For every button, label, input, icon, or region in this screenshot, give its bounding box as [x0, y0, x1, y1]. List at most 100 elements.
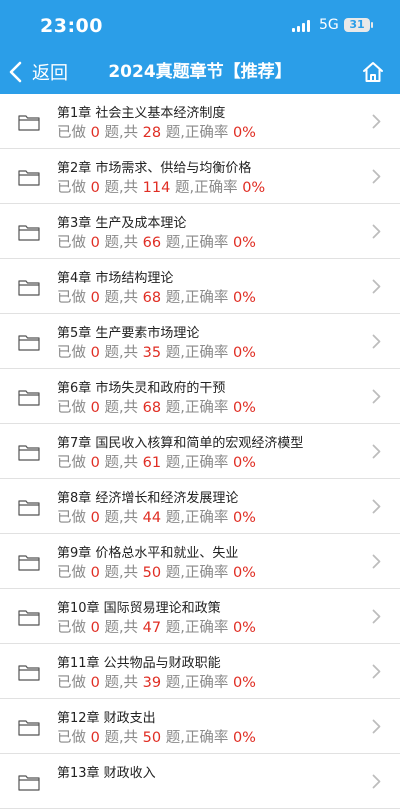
- done-label: 已做: [57, 290, 86, 306]
- done-label: 已做: [57, 730, 86, 746]
- network-type: 5G: [319, 17, 339, 33]
- rate-label: 题,正确率: [165, 455, 229, 471]
- chevron-right-icon: [372, 664, 381, 679]
- chapter-stats: 已做 0 题,共 50 题,正确率 0%: [57, 561, 256, 582]
- app-header: 23:00 5G 31 返回 2024真题章节【推荐】: [0, 0, 400, 94]
- chapter-title: 第9章 价格总水平和就业、失业: [57, 546, 239, 561]
- status-time: 23:00: [40, 15, 103, 37]
- correct-rate: 0%: [232, 455, 256, 471]
- rate-label: 题,正确率: [165, 400, 229, 416]
- folder-icon: [18, 225, 40, 241]
- rate-label: 题,正确率: [165, 345, 229, 361]
- rate-label: 题,正确率: [165, 235, 229, 251]
- chapter-item[interactable]: 第10章 国际贸易理论和政策 已做 0 题,共 47 题,正确率 0%: [0, 589, 400, 644]
- chapter-title: 第6章 市场失灵和政府的干预: [57, 381, 226, 396]
- chapter-stats: 已做 0 题,共 50 题,正确率 0%: [57, 726, 256, 747]
- chapter-title: 第8章 经济增长和经济发展理论: [57, 491, 239, 506]
- total-count: 61: [142, 455, 162, 471]
- chevron-right-icon: [372, 774, 381, 789]
- correct-rate: 0%: [232, 730, 256, 746]
- chapter-stats: 已做 0 题,共 28 题,正确率 0%: [57, 121, 256, 142]
- chapter-stats: 已做 0 题,共 39 题,正确率 0%: [57, 671, 256, 692]
- done-label: 已做: [57, 125, 86, 141]
- chapter-item[interactable]: 第9章 价格总水平和就业、失业 已做 0 题,共 50 题,正确率 0%: [0, 534, 400, 589]
- status-bar: 23:00 5G 31: [0, 0, 400, 50]
- chapter-item[interactable]: 第8章 经济增长和经济发展理论 已做 0 题,共 44 题,正确率 0%: [0, 479, 400, 534]
- done-count: 0: [90, 125, 100, 141]
- rate-label: 题,正确率: [174, 180, 238, 196]
- back-button[interactable]: 返回: [8, 50, 68, 94]
- chapter-item[interactable]: 第6章 市场失灵和政府的干预 已做 0 题,共 68 题,正确率 0%: [0, 369, 400, 424]
- total-label: 题,共: [104, 125, 139, 141]
- chevron-right-icon: [372, 169, 381, 184]
- done-count: 0: [90, 345, 100, 361]
- folder-icon: [18, 445, 40, 461]
- chapter-item[interactable]: 第13章 财政收入: [0, 754, 400, 809]
- correct-rate: 0%: [232, 510, 256, 526]
- total-count: 50: [142, 730, 162, 746]
- folder-icon: [18, 115, 40, 131]
- chapter-item[interactable]: 第7章 国民收入核算和简单的宏观经济模型 已做 0 题,共 61 题,正确率 0%: [0, 424, 400, 479]
- total-label: 题,共: [104, 620, 139, 636]
- folder-icon: [18, 500, 40, 516]
- chapter-item[interactable]: 第11章 公共物品与财政职能 已做 0 题,共 39 题,正确率 0%: [0, 644, 400, 699]
- rate-label: 题,正确率: [165, 290, 229, 306]
- done-label: 已做: [57, 400, 86, 416]
- correct-rate: 0%: [232, 675, 256, 691]
- chapter-stats: 已做 0 题,共 61 题,正确率 0%: [57, 451, 256, 472]
- chapter-item[interactable]: 第3章 生产及成本理论 已做 0 题,共 66 题,正确率 0%: [0, 204, 400, 259]
- folder-icon: [18, 775, 40, 791]
- correct-rate: 0%: [232, 235, 256, 251]
- chapter-stats: 已做 0 题,共 68 题,正确率 0%: [57, 286, 256, 307]
- chevron-right-icon: [372, 334, 381, 349]
- chapter-stats: 已做 0 题,共 44 题,正确率 0%: [57, 506, 256, 527]
- total-label: 题,共: [104, 400, 139, 416]
- chevron-right-icon: [372, 609, 381, 624]
- chapter-title: 第11章 公共物品与财政职能: [57, 656, 221, 671]
- chapter-item[interactable]: 第5章 生产要素市场理论 已做 0 题,共 35 题,正确率 0%: [0, 314, 400, 369]
- correct-rate: 0%: [242, 180, 266, 196]
- folder-icon: [18, 555, 40, 571]
- total-count: 39: [142, 675, 162, 691]
- nav-bar: 返回 2024真题章节【推荐】: [0, 50, 400, 94]
- total-count: 50: [142, 565, 162, 581]
- done-label: 已做: [57, 510, 86, 526]
- done-label: 已做: [57, 180, 86, 196]
- chapter-title: 第2章 市场需求、供给与均衡价格: [57, 161, 252, 176]
- total-label: 题,共: [104, 235, 139, 251]
- done-count: 0: [90, 510, 100, 526]
- chapter-item[interactable]: 第4章 市场结构理论 已做 0 题,共 68 题,正确率 0%: [0, 259, 400, 314]
- total-label: 题,共: [104, 675, 139, 691]
- total-count: 68: [142, 400, 162, 416]
- chapter-item[interactable]: 第12章 财政支出 已做 0 题,共 50 题,正确率 0%: [0, 699, 400, 754]
- done-count: 0: [90, 620, 100, 636]
- chevron-right-icon: [372, 114, 381, 129]
- chevron-right-icon: [372, 554, 381, 569]
- chapter-title: 第1章 社会主义基本经济制度: [57, 106, 226, 121]
- done-count: 0: [90, 730, 100, 746]
- chapter-item[interactable]: 第1章 社会主义基本经济制度 已做 0 题,共 28 题,正确率 0%: [0, 94, 400, 149]
- chapter-stats: 已做 0 题,共 114 题,正确率 0%: [57, 176, 265, 197]
- total-count: 66: [142, 235, 162, 251]
- folder-icon: [18, 665, 40, 681]
- chevron-right-icon: [372, 499, 381, 514]
- total-label: 题,共: [104, 290, 139, 306]
- home-icon[interactable]: [361, 60, 385, 84]
- total-label: 题,共: [104, 455, 139, 471]
- rate-label: 题,正确率: [165, 510, 229, 526]
- chapter-title: 第13章 财政收入: [57, 766, 156, 781]
- folder-icon: [18, 720, 40, 736]
- chevron-left-icon: [9, 61, 22, 83]
- rate-label: 题,正确率: [165, 730, 229, 746]
- chapter-title: 第5章 生产要素市场理论: [57, 326, 200, 341]
- chapter-title: 第12章 财政支出: [57, 711, 156, 726]
- done-label: 已做: [57, 675, 86, 691]
- rate-label: 题,正确率: [165, 620, 229, 636]
- chapter-title: 第4章 市场结构理论: [57, 271, 174, 286]
- correct-rate: 0%: [232, 620, 256, 636]
- done-count: 0: [90, 290, 100, 306]
- chevron-right-icon: [372, 224, 381, 239]
- chapter-item[interactable]: 第2章 市场需求、供给与均衡价格 已做 0 题,共 114 题,正确率 0%: [0, 149, 400, 204]
- correct-rate: 0%: [232, 565, 256, 581]
- chapter-stats: 已做 0 题,共 47 题,正确率 0%: [57, 616, 256, 637]
